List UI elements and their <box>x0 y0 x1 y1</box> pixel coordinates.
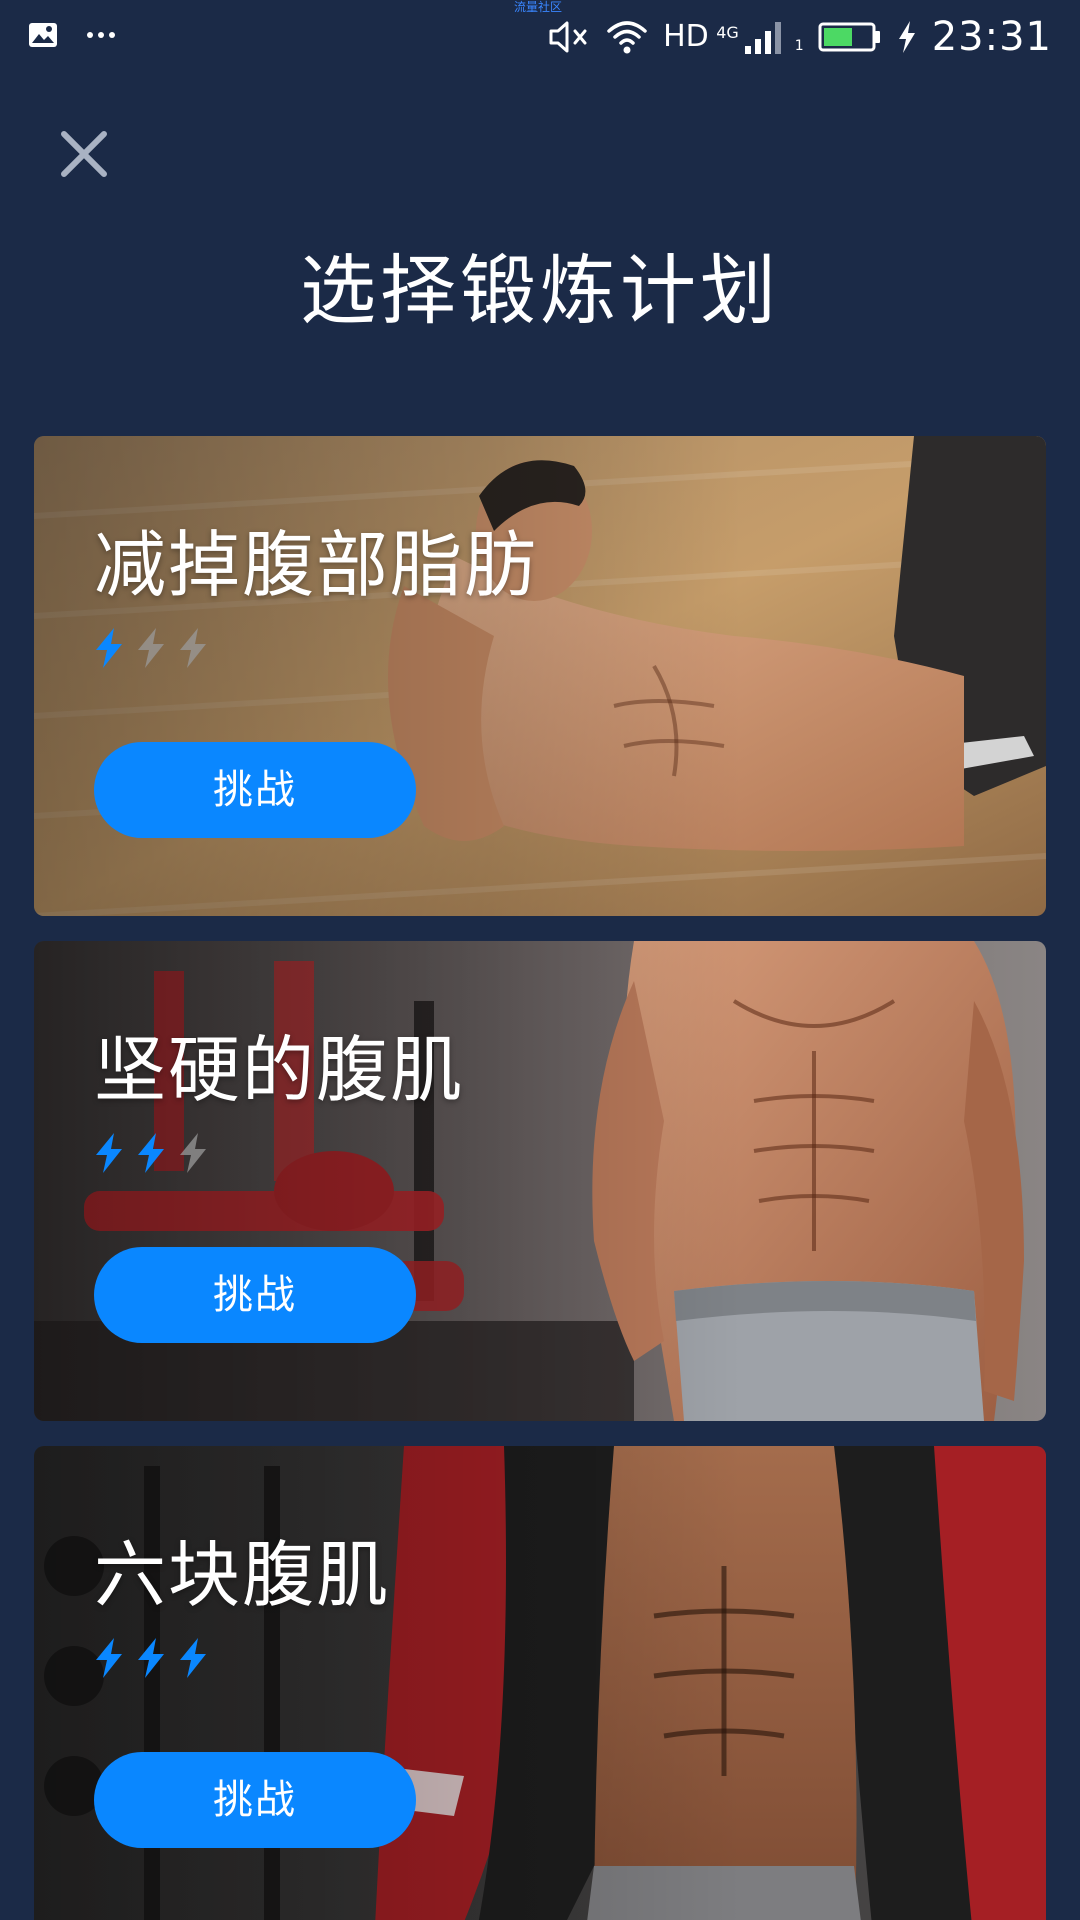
plan-card-fat-loss[interactable]: 减掉腹部脂肪 挑战 <box>34 436 1046 916</box>
lightning-active-icon <box>96 1638 122 1678</box>
network-gen-label: 4G <box>716 23 739 42</box>
screen: 流量社区 HD 4G 1 23:31 选择锻炼计划 减掉腹部脂肪 挑战 坚硬的腹… <box>0 0 1080 1920</box>
plan-card-six-pack[interactable]: 六块腹肌 挑战 <box>34 1446 1046 1920</box>
plan-title: 减掉腹部脂肪 <box>94 523 539 607</box>
plan-title: 坚硬的腹肌 <box>94 1028 465 1112</box>
lightning-active-icon <box>96 628 122 668</box>
challenge-button[interactable]: 挑战 <box>94 742 416 838</box>
lightning-inactive-icon <box>180 1133 206 1173</box>
page-title: 选择锻炼计划 <box>300 246 780 335</box>
lightning-active-icon <box>96 1133 122 1173</box>
difficulty-rating <box>92 626 210 670</box>
lightning-active-icon <box>138 1133 164 1173</box>
battery-icon <box>818 22 880 52</box>
signal-icon <box>744 22 781 54</box>
lightning-inactive-icon <box>138 628 164 668</box>
more-dots-icon <box>87 32 115 38</box>
mute-icon <box>549 21 587 53</box>
challenge-button[interactable]: 挑战 <box>94 1752 416 1848</box>
challenge-button[interactable]: 挑战 <box>94 1247 416 1343</box>
difficulty-rating <box>92 1131 210 1175</box>
status-bar: 流量社区 HD 4G 1 23:31 <box>0 0 1080 76</box>
charging-icon <box>898 21 915 53</box>
plan-card-hard-abs[interactable]: 坚硬的腹肌 挑战 <box>34 941 1046 1421</box>
network-type-label: HD <box>663 19 709 54</box>
close-button[interactable] <box>56 126 112 182</box>
lightning-active-icon <box>138 1638 164 1678</box>
image-icon <box>29 23 57 47</box>
lightning-active-icon <box>180 1638 206 1678</box>
difficulty-rating <box>92 1636 210 1680</box>
wifi-icon <box>607 21 647 54</box>
close-icon <box>61 131 107 177</box>
sim-slot-label: 1 <box>794 38 804 54</box>
status-time: 23:31 <box>931 14 1052 60</box>
plan-title: 六块腹肌 <box>94 1533 391 1617</box>
lightning-inactive-icon <box>180 628 206 668</box>
